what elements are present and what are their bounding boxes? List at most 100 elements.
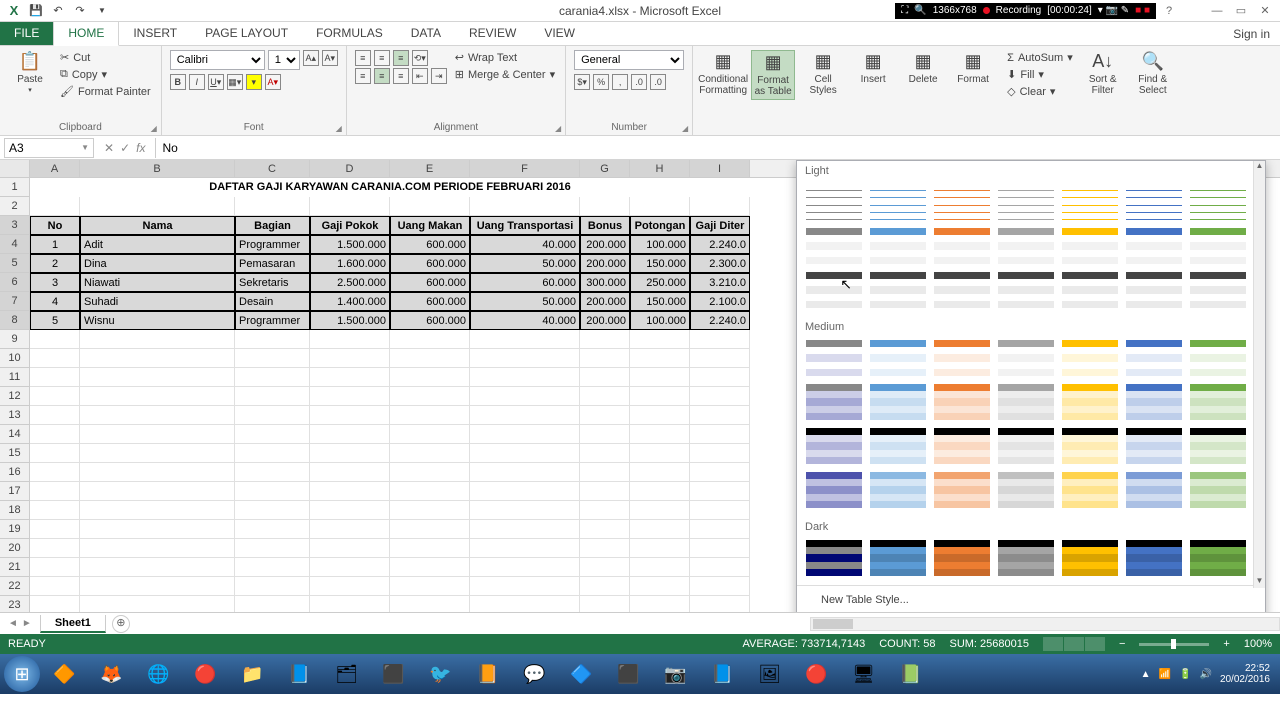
taskbar-app-11[interactable]: 🔴 <box>794 657 839 691</box>
taskbar-word-icon[interactable]: 📘 <box>700 657 745 691</box>
data-cell[interactable]: 100.000 <box>630 235 690 254</box>
row-header-17[interactable]: 17 <box>0 482 30 501</box>
shrink-font-icon[interactable]: A▾ <box>322 50 338 66</box>
table-style-swatch[interactable] <box>1125 227 1183 265</box>
empty-cell[interactable] <box>310 349 390 368</box>
empty-cell[interactable] <box>310 482 390 501</box>
find-select-button[interactable]: 🔍Find & Select <box>1131 50 1175 98</box>
taskbar-app-10[interactable]: 🖼 <box>747 657 792 691</box>
empty-cell[interactable] <box>390 406 470 425</box>
empty-cell[interactable] <box>80 406 235 425</box>
empty-cell[interactable] <box>690 425 750 444</box>
empty-cell[interactable] <box>390 577 470 596</box>
restore-icon[interactable]: ▭ <box>1230 2 1252 20</box>
data-cell[interactable]: Dina <box>80 254 235 273</box>
empty-cell[interactable] <box>470 349 580 368</box>
close-icon[interactable]: ✕ <box>1254 2 1276 20</box>
table-style-swatch[interactable] <box>1189 539 1247 577</box>
empty-cell[interactable] <box>30 463 80 482</box>
tray-network-icon[interactable]: 📶 <box>1159 669 1171 680</box>
row-header-2[interactable]: 2 <box>0 197 30 216</box>
row-header-1[interactable]: 1 <box>0 178 30 197</box>
header-cell[interactable]: Uang Makan <box>390 216 470 235</box>
tab-data[interactable]: DATA <box>397 22 455 45</box>
empty-cell[interactable] <box>80 368 235 387</box>
row-header-9[interactable]: 9 <box>0 330 30 349</box>
empty-cell[interactable] <box>580 349 630 368</box>
empty-cell[interactable] <box>630 197 690 216</box>
row-header-11[interactable]: 11 <box>0 368 30 387</box>
empty-cell[interactable] <box>80 425 235 444</box>
font-color-button[interactable]: A▾ <box>265 74 281 90</box>
ribbon-collapse-icon[interactable] <box>1182 2 1204 20</box>
empty-cell[interactable] <box>690 558 750 577</box>
table-style-swatch[interactable] <box>1061 539 1119 577</box>
empty-cell[interactable] <box>470 406 580 425</box>
table-style-swatch[interactable] <box>1189 183 1247 221</box>
sheet-nav-prev-icon[interactable]: ◄ <box>8 618 18 629</box>
row-header-12[interactable]: 12 <box>0 387 30 406</box>
tab-pagelayout[interactable]: PAGE LAYOUT <box>191 22 302 45</box>
table-style-swatch[interactable] <box>1189 427 1247 465</box>
data-cell[interactable]: Desain <box>235 292 310 311</box>
font-launcher-icon[interactable]: ◢ <box>336 124 342 133</box>
empty-cell[interactable] <box>470 520 580 539</box>
horizontal-scrollbar[interactable] <box>810 617 1280 631</box>
align-left-icon[interactable]: ≡ <box>355 68 371 84</box>
table-style-swatch[interactable] <box>1189 227 1247 265</box>
tab-file[interactable]: FILE <box>0 22 53 45</box>
table-style-swatch[interactable] <box>1125 427 1183 465</box>
new-pivottable-style-button[interactable]: New PivotTable Style... <box>797 610 1265 612</box>
empty-cell[interactable] <box>690 387 750 406</box>
col-header-I[interactable]: I <box>690 160 750 177</box>
border-button[interactable]: ▦▾ <box>227 74 243 90</box>
empty-cell[interactable] <box>235 387 310 406</box>
align-center-icon[interactable]: ≡ <box>374 68 390 84</box>
table-style-swatch[interactable] <box>933 183 991 221</box>
taskbar-excel-icon[interactable]: 📗 <box>888 657 933 691</box>
empty-cell[interactable] <box>390 330 470 349</box>
table-style-swatch[interactable] <box>1061 271 1119 309</box>
data-cell[interactable]: 2.240.0 <box>690 235 750 254</box>
table-style-swatch[interactable] <box>869 339 927 377</box>
data-cell[interactable]: Programmer <box>235 311 310 330</box>
table-style-swatch[interactable] <box>1189 471 1247 509</box>
empty-cell[interactable] <box>310 539 390 558</box>
data-cell[interactable]: Suhadi <box>80 292 235 311</box>
row-header-16[interactable]: 16 <box>0 463 30 482</box>
empty-cell[interactable] <box>80 520 235 539</box>
empty-cell[interactable] <box>390 596 470 612</box>
empty-cell[interactable] <box>80 349 235 368</box>
empty-cell[interactable] <box>80 577 235 596</box>
table-style-swatch[interactable] <box>1189 271 1247 309</box>
taskbar-app-7[interactable]: 🔷 <box>559 657 604 691</box>
header-cell[interactable]: Gaji Diter <box>690 216 750 235</box>
empty-cell[interactable] <box>470 463 580 482</box>
empty-cell[interactable] <box>630 349 690 368</box>
header-cell[interactable]: Gaji Pokok <box>310 216 390 235</box>
data-cell[interactable]: 50.000 <box>470 292 580 311</box>
empty-cell[interactable] <box>470 596 580 612</box>
empty-cell[interactable] <box>310 577 390 596</box>
empty-cell[interactable] <box>310 330 390 349</box>
empty-cell[interactable] <box>630 558 690 577</box>
empty-cell[interactable] <box>310 197 390 216</box>
empty-cell[interactable] <box>630 539 690 558</box>
help-icon[interactable]: ? <box>1158 2 1180 20</box>
data-cell[interactable]: Wisnu <box>80 311 235 330</box>
col-header-F[interactable]: F <box>470 160 580 177</box>
cancel-formula-icon[interactable]: ✕ <box>104 141 114 155</box>
insert-cells-button[interactable]: ▦Insert <box>851 50 895 87</box>
start-button[interactable]: ⊞ <box>4 656 40 692</box>
worksheet-grid[interactable]: ABCDEFGHI 1DAFTAR GAJI KARYAWAN CARANIA.… <box>0 160 1280 612</box>
table-style-swatch[interactable] <box>1061 471 1119 509</box>
data-cell[interactable]: 2.500.000 <box>310 273 390 292</box>
empty-cell[interactable] <box>390 520 470 539</box>
table-style-swatch[interactable] <box>1125 383 1183 421</box>
indent-right-icon[interactable]: ⇥ <box>431 68 447 84</box>
empty-cell[interactable] <box>390 197 470 216</box>
data-cell[interactable]: 2.240.0 <box>690 311 750 330</box>
row-header-23[interactable]: 23 <box>0 596 30 612</box>
empty-cell[interactable] <box>630 520 690 539</box>
row-header-5[interactable]: 5 <box>0 254 30 273</box>
